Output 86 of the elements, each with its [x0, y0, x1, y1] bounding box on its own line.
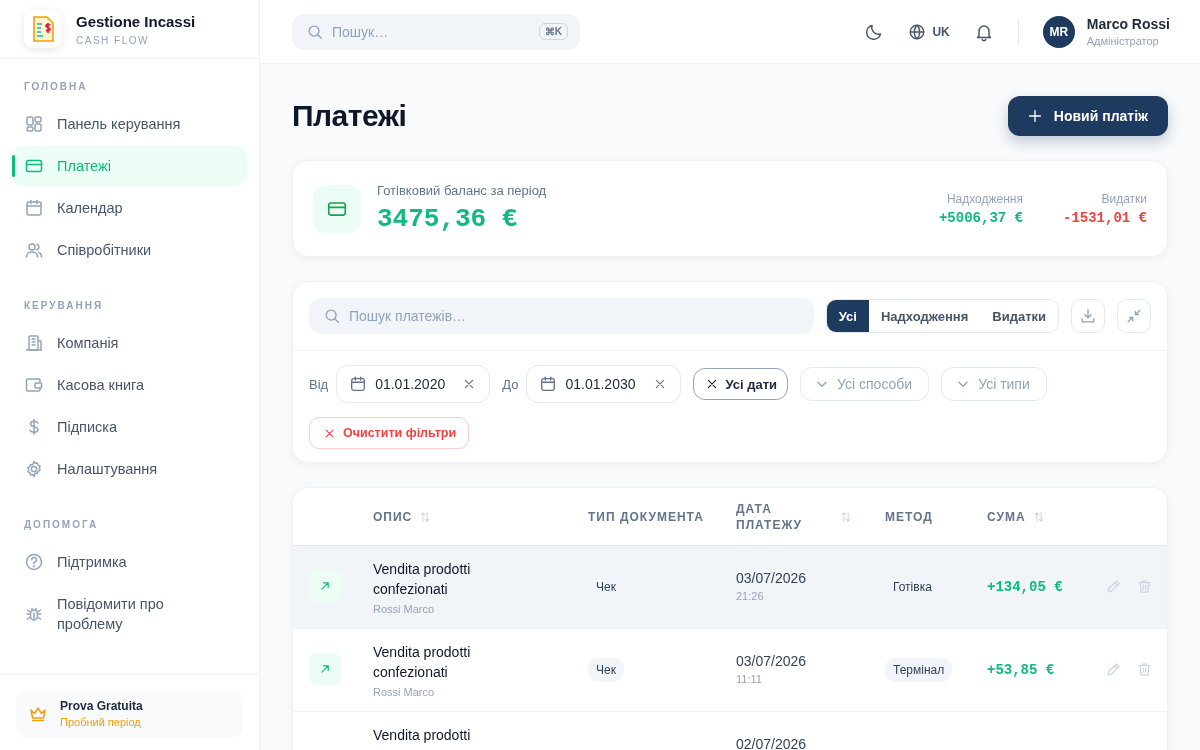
shortcut-hint: ⌘K [538, 22, 568, 40]
collapse-icon [1125, 307, 1143, 325]
page-title: Платежі [292, 99, 407, 133]
new-payment-button[interactable]: Новий платіж [1007, 96, 1168, 136]
settings-icon [24, 459, 44, 479]
sort-icon [1031, 509, 1046, 524]
description-cell-text: Vendita prodotti [373, 726, 472, 745]
sidebar-item[interactable]: Налаштування [12, 449, 247, 489]
download-icon [1079, 307, 1097, 325]
section-title: КЕРУВАННЯ [23, 300, 105, 311]
to-label: До [502, 376, 519, 392]
app-tagline: CASH FLOW [76, 34, 150, 46]
search-field[interactable]: Пошук платежів… [309, 298, 814, 334]
trial-subtitle: Пробний період [60, 716, 142, 728]
document-type-tag: Чек [588, 658, 624, 682]
pencil-icon [1105, 661, 1122, 678]
delete-button[interactable] [1136, 578, 1153, 595]
method-tag: Термінал [885, 658, 953, 682]
author-text: Rossi Marco [373, 686, 436, 698]
search-icon [323, 307, 341, 325]
date-cell-text: 03/07/2026 [736, 570, 808, 586]
section-title: ГОЛОВНА [23, 81, 89, 92]
download-button[interactable] [1071, 299, 1105, 333]
income-label: Надходження [945, 191, 1023, 206]
sort-icon [418, 509, 433, 524]
trash-icon [1136, 578, 1153, 595]
trial-title: Prova Gratuita [60, 699, 143, 713]
pencil-icon [1105, 578, 1122, 595]
sidebar-item[interactable]: Повідомити про проблему [12, 584, 247, 644]
column-header[interactable]: ОПИС [373, 509, 413, 524]
table-row[interactable]: Vendita prodotti confezionati Rossi Marco Чек 03/07/2026 21:26 Готівка +134,05 € [293, 546, 1167, 629]
time-text: 21:26 [736, 590, 765, 602]
language-button[interactable]: UK [908, 22, 950, 41]
date-field[interactable]: 01.01.2030 [526, 365, 681, 403]
amount-cell: +134,05 € [987, 579, 1063, 595]
balance-value: 3475,36 € [377, 204, 519, 234]
description-cell-text: Vendita prodotti confezionati [373, 643, 472, 682]
from-label: Від [309, 376, 329, 392]
trial-card[interactable]: Prova Gratuita Пробний період [16, 689, 243, 738]
trash-icon [1136, 661, 1153, 678]
sidebar-item[interactable]: Панель керування [12, 104, 247, 144]
users-icon [24, 240, 44, 260]
app-name: Gestione Incassi [76, 12, 196, 30]
filter-tab[interactable]: Усі [826, 300, 869, 332]
column-header[interactable]: СУМА [987, 509, 1026, 524]
wallet-icon [24, 375, 44, 395]
time-text: 11:11 [736, 673, 763, 685]
globe-icon [908, 22, 927, 41]
calendar-icon [539, 375, 558, 393]
description-cell-text: Vendita prodotti confezionati [373, 560, 472, 599]
table-row[interactable]: Vendita prodotti 02/07/2026 [293, 712, 1167, 750]
date-cell-text: 03/07/2026 [736, 653, 808, 669]
edit-button[interactable] [1105, 661, 1122, 678]
column-header[interactable]: ДАТА ПЛАТЕЖУ [736, 500, 816, 533]
clear-filters-button[interactable]: Очистити фільтри [309, 417, 470, 449]
column-header: ТИП ДОКУМЕНТА [588, 509, 704, 524]
expense-label: Видатки [1100, 191, 1147, 206]
sidebar-item[interactable]: Компанія [12, 323, 247, 363]
sidebar-item[interactable]: Співробітники [12, 230, 247, 270]
expense-value: -1531,01 € [1063, 209, 1147, 226]
sidebar-item[interactable]: Календар [12, 188, 247, 228]
sidebar-item[interactable]: Підтримка [12, 542, 247, 582]
edit-button[interactable] [1105, 578, 1122, 595]
column-header: МЕТОД [885, 509, 933, 524]
calendar-icon [24, 198, 44, 218]
date-cell-text: 02/07/2026 [736, 736, 808, 750]
sidebar-item[interactable]: Касова книга [12, 365, 247, 405]
income-value: +5006,37 € [938, 209, 1023, 226]
collapse-button[interactable] [1117, 299, 1151, 333]
sidebar-item[interactable]: Підписка [12, 407, 247, 447]
section-title: ДОПОМОГА [23, 519, 100, 530]
amount-cell: +53,85 € [987, 662, 1055, 678]
dashboard-icon [24, 114, 44, 134]
user-role: Адміністратор [1086, 35, 1160, 47]
filter-chip[interactable]: Усі дати [692, 368, 789, 400]
user-name: Marco Rossi [1086, 16, 1170, 32]
balance-label: Готівковий баланс за період [377, 183, 547, 198]
user-avatar[interactable]: MR [1042, 15, 1075, 48]
calendar-icon [349, 375, 368, 393]
author-text: Rossi Marco [373, 603, 436, 615]
delete-button[interactable] [1136, 661, 1153, 678]
building-icon [24, 333, 44, 353]
sort-icon [839, 509, 853, 524]
table-row[interactable]: Vendita prodotti confezionati Rossi Marco Чек 03/07/2026 11:11 Термінал +53,85 € [293, 629, 1167, 712]
date-field[interactable]: 01.01.2020 [336, 365, 491, 403]
help-icon [24, 552, 44, 572]
